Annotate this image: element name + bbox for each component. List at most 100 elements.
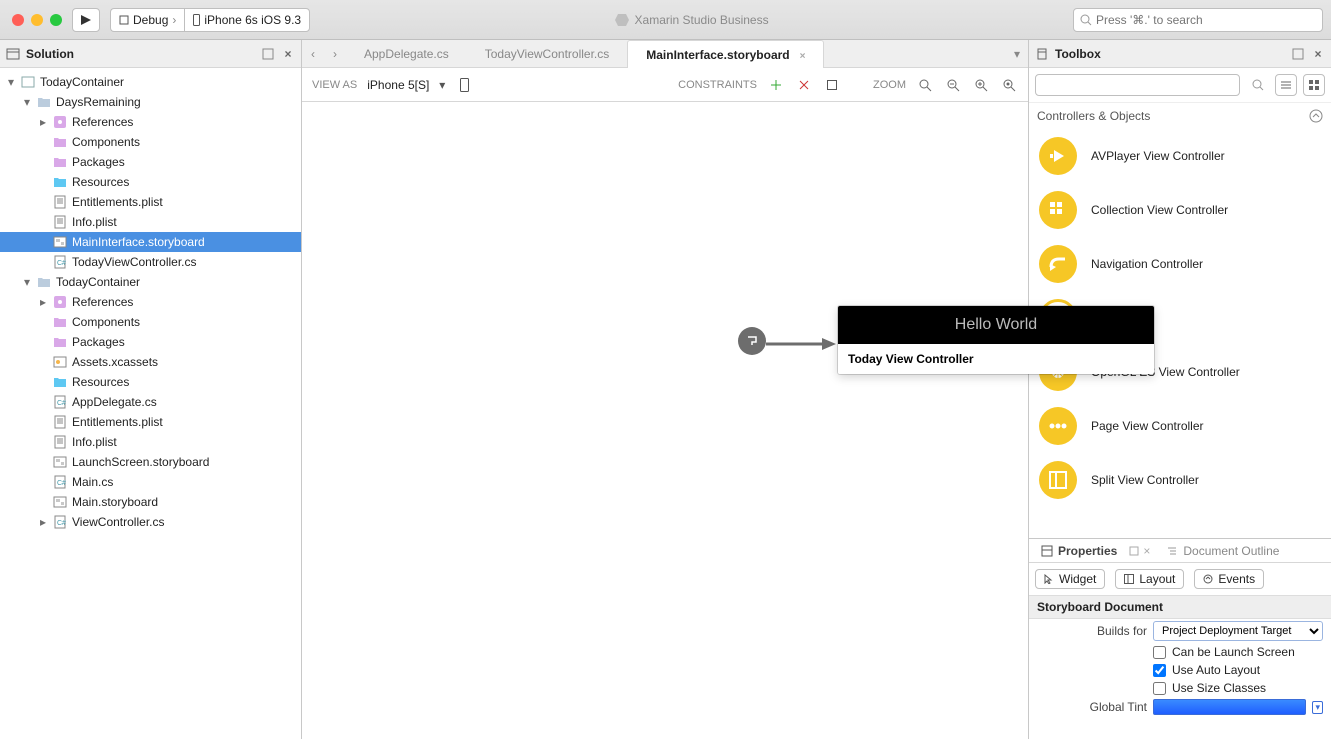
tree-node[interactable]: C#AppDelegate.cs — [0, 392, 301, 412]
zoom-in-icon[interactable] — [972, 76, 990, 94]
launch-screen-checkbox[interactable]: Can be Launch Screen — [1153, 645, 1323, 659]
panel-close-icon[interactable]: × — [1143, 544, 1150, 558]
tree-node[interactable]: Main.storyboard — [0, 492, 301, 512]
disclosure-icon[interactable]: ▸ — [38, 515, 48, 529]
tree-node[interactable]: ▸ References — [0, 112, 301, 132]
file-icon — [52, 195, 68, 209]
tree-node[interactable]: ▾DaysRemaining — [0, 92, 301, 112]
toolbox-list-mode-button[interactable] — [1275, 74, 1297, 96]
entry-point-icon[interactable] — [738, 327, 766, 355]
layout-subtab[interactable]: Layout — [1115, 569, 1184, 589]
toolbox-header: Toolbox × — [1029, 40, 1331, 68]
tree-node[interactable]: Components — [0, 132, 301, 152]
properties-icon — [1041, 545, 1053, 557]
tree-node[interactable]: Resources — [0, 172, 301, 192]
zoom-actual-icon[interactable] — [1000, 76, 1018, 94]
tree-node[interactable]: Info.plist — [0, 432, 301, 452]
close-window-icon[interactable] — [12, 14, 24, 26]
tree-node[interactable]: ▸C#ViewController.cs — [0, 512, 301, 532]
chevron-up-circle-icon[interactable] — [1309, 109, 1323, 123]
config-button[interactable]: Debug › — [110, 8, 184, 32]
toolbox-search-input[interactable] — [1035, 74, 1240, 96]
toolbox-item-icon — [1039, 245, 1077, 283]
tree-node[interactable]: Entitlements.plist — [0, 192, 301, 212]
device-button[interactable]: iPhone 6s iOS 9.3 — [184, 8, 310, 32]
file-icon — [52, 335, 68, 349]
chevron-down-icon[interactable]: ▾ — [439, 78, 445, 92]
tab-appdelegate[interactable]: AppDelegate.cs — [346, 40, 467, 68]
size-classes-checkbox[interactable]: Use Size Classes — [1153, 681, 1323, 695]
properties-subtabs: Widget Layout Events — [1029, 563, 1331, 595]
builds-for-select[interactable]: Project Deployment Target — [1153, 621, 1323, 641]
search-input[interactable] — [1096, 13, 1316, 27]
toolbox-grid-mode-button[interactable] — [1303, 74, 1325, 96]
segue-arrow-icon — [766, 338, 836, 344]
tree-node[interactable]: ▸ References — [0, 292, 301, 312]
toolbox-item[interactable]: AVPlayer View Controller — [1029, 129, 1331, 183]
viewas-value[interactable]: iPhone 5[S] — [367, 78, 429, 92]
tab-todayviewcontroller[interactable]: TodayViewController.cs — [467, 40, 628, 68]
tint-stepper-icon[interactable]: ▾ — [1312, 701, 1323, 714]
toolbox-item[interactable]: Navigation Controller — [1029, 237, 1331, 291]
events-subtab[interactable]: Events — [1194, 569, 1264, 589]
close-tab-icon[interactable]: × — [800, 51, 806, 62]
global-search[interactable] — [1073, 8, 1323, 32]
storyboard-canvas[interactable]: Hello World Today View Controller — [302, 102, 1028, 739]
disclosure-icon[interactable]: ▾ — [22, 275, 32, 289]
zoom-fit-icon[interactable] — [916, 76, 934, 94]
properties-tab[interactable]: Properties — [1029, 539, 1129, 563]
today-widget-scene[interactable]: Hello World Today View Controller — [838, 306, 1154, 374]
properties-header: Properties × Document Outline — [1029, 539, 1331, 563]
widget-subtab[interactable]: Widget — [1035, 569, 1105, 589]
tree-node[interactable]: C#TodayViewController.cs — [0, 252, 301, 272]
run-button[interactable] — [72, 8, 100, 32]
disclosure-icon[interactable]: ▾ — [6, 75, 16, 89]
tree-label: References — [72, 295, 133, 309]
toolbox-item[interactable]: Collection View Controller — [1029, 183, 1331, 237]
tree-node[interactable]: Assets.xcassets — [0, 352, 301, 372]
nav-back-button[interactable]: ‹ — [302, 47, 324, 61]
tab-maininterface[interactable]: MainInterface.storyboard× — [627, 40, 824, 68]
constraint-add-icon[interactable] — [767, 76, 785, 94]
panel-close-icon[interactable]: × — [281, 47, 295, 61]
panel-square-icon[interactable] — [1129, 546, 1139, 556]
tree-node[interactable]: LaunchScreen.storyboard — [0, 452, 301, 472]
global-tint-label: Global Tint — [1037, 700, 1147, 714]
tree-node[interactable]: Packages — [0, 152, 301, 172]
tree-node[interactable]: C#Main.cs — [0, 472, 301, 492]
tree-node[interactable]: Packages — [0, 332, 301, 352]
tree-node[interactable]: Components — [0, 312, 301, 332]
tabs-overflow-button[interactable]: ▾ — [1006, 47, 1028, 61]
panel-square-icon[interactable] — [261, 47, 275, 61]
tree-node[interactable]: ▾TodayContainer — [0, 72, 301, 92]
nav-fwd-button[interactable]: › — [324, 47, 346, 61]
tree-node[interactable]: Resources — [0, 372, 301, 392]
toolbox-item[interactable]: Split View Controller — [1029, 453, 1331, 507]
global-tint-picker[interactable] — [1153, 699, 1306, 715]
document-outline-tab[interactable]: Document Outline — [1154, 539, 1291, 563]
orientation-button[interactable] — [455, 76, 473, 94]
auto-layout-checkbox[interactable]: Use Auto Layout — [1153, 663, 1323, 677]
tree-node[interactable]: ▾TodayContainer — [0, 272, 301, 292]
constraint-remove-icon[interactable] — [795, 76, 813, 94]
constraint-frame-icon[interactable] — [823, 76, 841, 94]
tree-node[interactable]: Entitlements.plist — [0, 412, 301, 432]
toolbox-item-label: Page View Controller — [1091, 419, 1204, 433]
toolbox-group-header[interactable]: Controllers & Objects — [1029, 103, 1331, 129]
panel-close-icon[interactable]: × — [1311, 47, 1325, 61]
disclosure-icon[interactable]: ▸ — [38, 295, 48, 309]
minimize-window-icon[interactable] — [31, 14, 43, 26]
tree-label: References — [72, 115, 133, 129]
panel-square-icon[interactable] — [1291, 47, 1305, 61]
zoom-out-icon[interactable] — [944, 76, 962, 94]
tree-node[interactable]: Info.plist — [0, 212, 301, 232]
disclosure-icon[interactable]: ▾ — [22, 95, 32, 109]
zoom-window-icon[interactable] — [50, 14, 62, 26]
toolbox-item[interactable]: Page View Controller — [1029, 399, 1331, 453]
widget-title: Today View Controller — [838, 344, 1154, 374]
disclosure-icon[interactable]: ▸ — [38, 115, 48, 129]
tree-label: Resources — [72, 375, 129, 389]
top-toolbar: Debug › iPhone 6s iOS 9.3 Xamarin Studio… — [0, 0, 1331, 40]
tree-label: Main.cs — [72, 475, 113, 489]
tree-node[interactable]: MainInterface.storyboard — [0, 232, 301, 252]
